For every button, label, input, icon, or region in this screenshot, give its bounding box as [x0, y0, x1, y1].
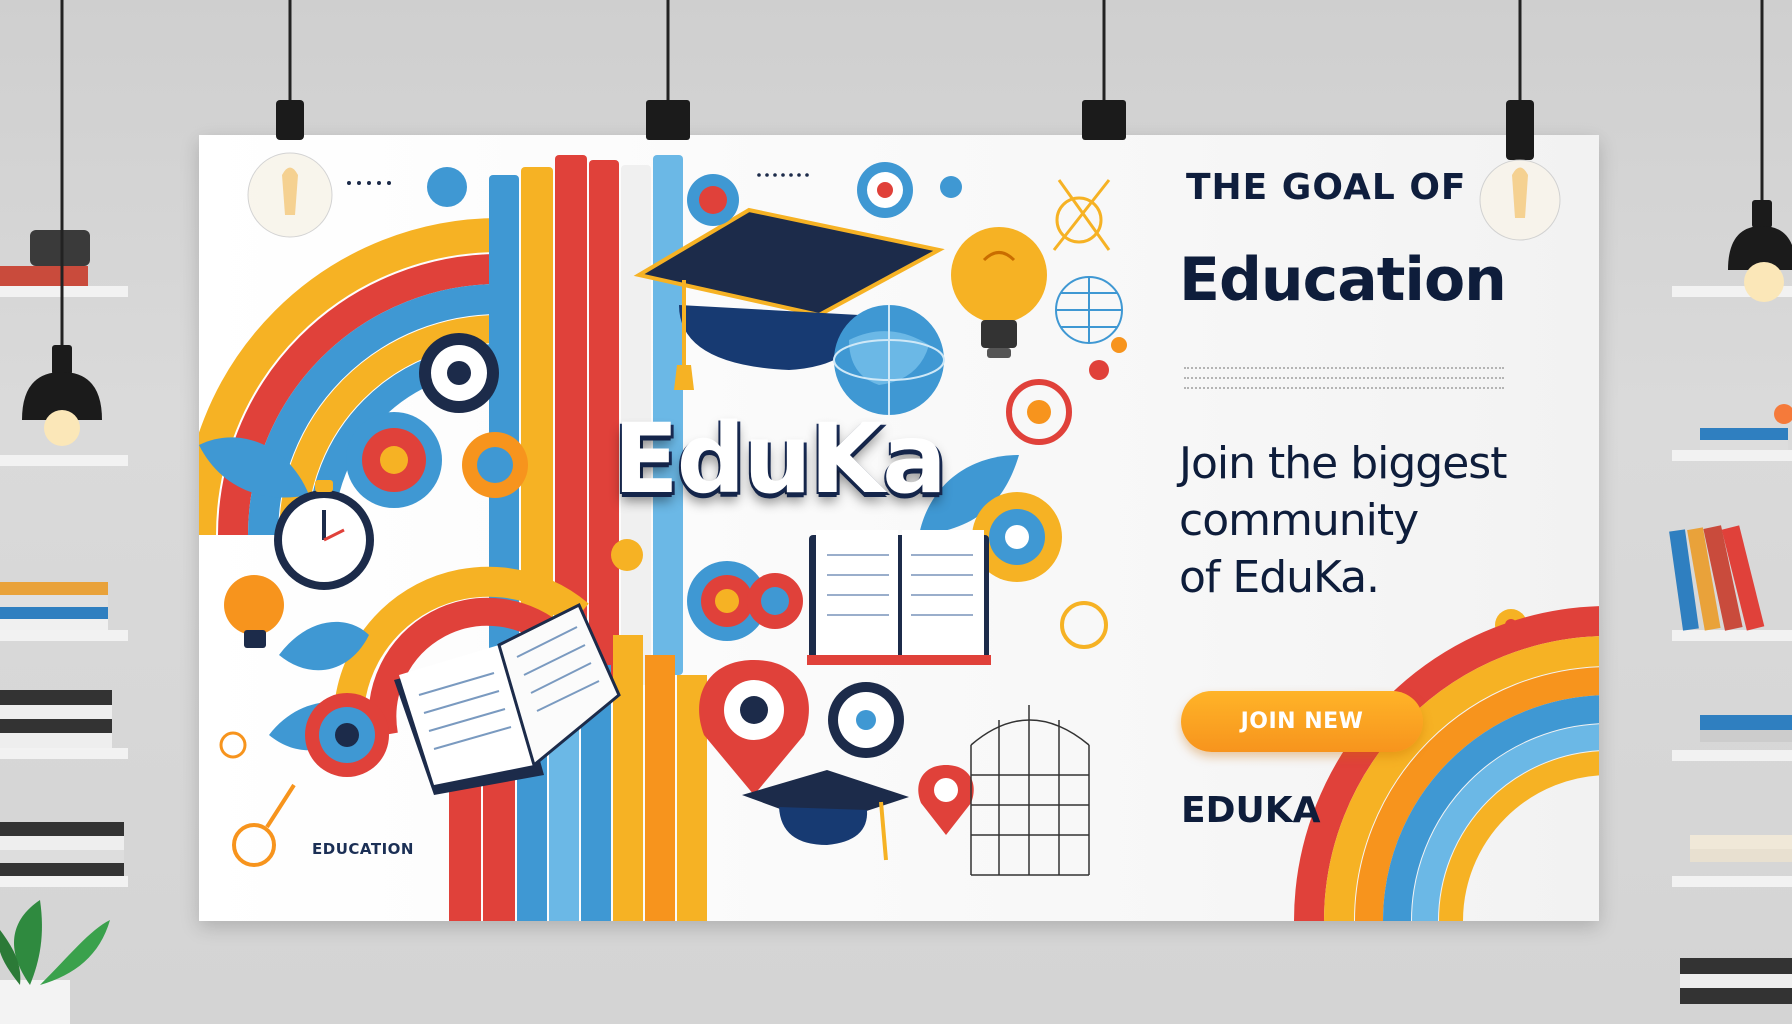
tagline-line: of EduKa. — [1179, 552, 1380, 603]
map-pin-icon — [918, 765, 974, 835]
pretitle: THE GOAL OF — [1186, 167, 1467, 208]
dot-icon — [1111, 337, 1127, 353]
target-icon — [828, 682, 904, 758]
brand-title: EduKa — [613, 403, 947, 515]
compass-icon — [1052, 179, 1111, 251]
ring-icon — [1060, 601, 1108, 649]
ring-icon — [219, 731, 247, 759]
target-icon — [687, 174, 739, 226]
join-new-button[interactable]: JOIN NEW — [1181, 691, 1423, 752]
wireframe-globe-icon — [1055, 276, 1123, 344]
plant-icon — [0, 900, 110, 1024]
divider — [1184, 367, 1504, 369]
tagline-line: Join the biggest — [1179, 438, 1507, 489]
education-label: EDUCATION — [312, 840, 414, 858]
target-icon — [462, 432, 528, 498]
target-icon — [346, 412, 442, 508]
dot-icon — [611, 539, 643, 571]
tagline: Join the biggest community of EduKa. — [1179, 435, 1599, 606]
target-icon — [747, 573, 803, 629]
target-icon — [305, 693, 389, 777]
grid-sketch-icon — [970, 705, 1090, 876]
rainbow-arcs-icon — [1294, 606, 1599, 921]
headline: Education — [1179, 245, 1507, 315]
poster-banner: EduKa EDUCATION THE GOAL OF Education Jo… — [199, 135, 1599, 921]
left-shelves — [0, 230, 128, 887]
map-pin-icon — [699, 660, 809, 795]
dot-icon — [1089, 360, 1109, 380]
tagline-line: community — [1179, 495, 1419, 546]
dot-icon — [427, 167, 467, 207]
divider — [1184, 387, 1504, 389]
footer-brand: EDUKA — [1181, 790, 1321, 831]
lightbulb-icon — [951, 227, 1047, 358]
dot-icon — [940, 176, 962, 198]
target-icon — [857, 162, 913, 218]
divider — [1184, 377, 1504, 379]
right-shelves — [1669, 286, 1792, 1004]
lightbulb-icon — [224, 575, 284, 648]
target-icon — [419, 333, 499, 413]
magnifier-icon — [232, 783, 296, 867]
graduation-cap-icon — [742, 770, 909, 861]
globe-icon — [833, 305, 945, 415]
target-icon — [1006, 379, 1072, 445]
book-icon — [807, 530, 991, 665]
